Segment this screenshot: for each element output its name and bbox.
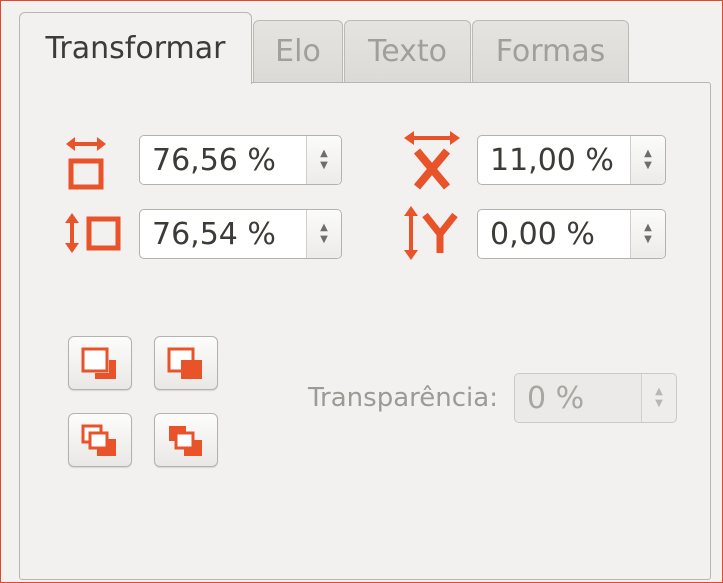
transparency-spinbox[interactable]: 0 % ▲ ▼ [514,373,677,423]
height-scale-spinbox[interactable]: 76,54 % ▲ ▼ [139,209,342,259]
y-offset-icon [404,206,458,260]
chevron-up-icon[interactable]: ▲ [655,386,663,398]
y-offset-value[interactable]: 0,00 % [478,217,630,252]
bring-forward-button[interactable] [68,336,132,390]
width-scale-stepper[interactable]: ▲ ▼ [306,136,341,184]
send-to-back-button[interactable] [154,413,218,467]
bring-forward-icon [81,347,116,379]
transparency-stepper[interactable]: ▲ ▼ [641,374,676,422]
y-offset-stepper[interactable]: ▲ ▼ [630,210,665,258]
height-scale-value[interactable]: 76,54 % [140,217,306,252]
chevron-down-icon[interactable]: ▼ [644,234,652,246]
height-scale-icon [65,213,121,253]
chevron-up-icon[interactable]: ▲ [320,148,328,160]
chevron-down-icon[interactable]: ▼ [320,160,328,172]
chevron-down-icon[interactable]: ▼ [320,234,328,246]
x-offset-icon [404,131,460,190]
transparency-value[interactable]: 0 % [515,381,641,416]
width-scale-icon [66,137,106,190]
width-scale-spinbox[interactable]: 76,56 % ▲ ▼ [139,135,342,185]
tab-elo[interactable]: Elo [253,20,343,82]
send-to-back-icon [169,426,202,456]
transparency-label: Transparência: [308,383,498,413]
width-scale-value[interactable]: 76,56 % [140,143,306,178]
y-offset-spinbox[interactable]: 0,00 % ▲ ▼ [477,209,666,259]
tab-transformar[interactable]: Transformar [19,12,252,84]
send-backward-icon [167,347,202,379]
height-scale-stepper[interactable]: ▲ ▼ [306,210,341,258]
tab-formas[interactable]: Formas [472,20,629,82]
tab-texto[interactable]: Texto [344,20,471,82]
chevron-up-icon[interactable]: ▲ [320,222,328,234]
bring-to-front-button[interactable] [68,413,132,467]
chevron-up-icon[interactable]: ▲ [644,222,652,234]
chevron-up-icon[interactable]: ▲ [644,148,652,160]
chevron-down-icon[interactable]: ▼ [644,160,652,172]
send-backward-button[interactable] [154,336,218,390]
bring-to-front-icon [81,424,116,456]
x-offset-stepper[interactable]: ▲ ▼ [630,136,665,184]
x-offset-spinbox[interactable]: 11,00 % ▲ ▼ [477,135,666,185]
chevron-down-icon[interactable]: ▼ [655,398,663,410]
x-offset-value[interactable]: 11,00 % [478,143,630,178]
